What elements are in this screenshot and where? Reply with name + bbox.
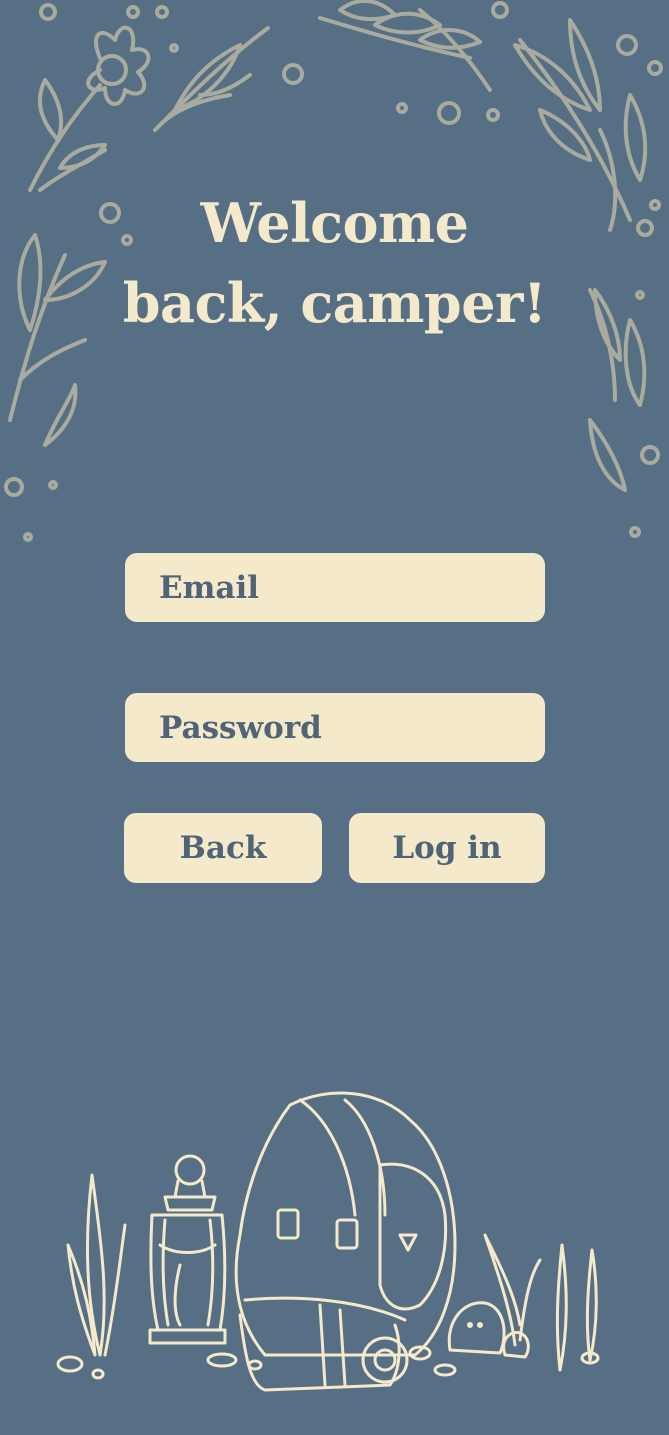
backpack-icon xyxy=(234,1091,457,1392)
title-line-2: back, camper! xyxy=(122,271,547,335)
lantern-icon xyxy=(148,1154,227,1345)
password-input[interactable] xyxy=(159,709,511,746)
page-title: Welcome back, camper! xyxy=(0,183,669,343)
password-field[interactable] xyxy=(125,693,545,762)
email-field[interactable] xyxy=(125,553,545,622)
login-button[interactable]: Log in xyxy=(349,813,545,883)
back-button-label: Back xyxy=(179,830,267,866)
back-button[interactable]: Back xyxy=(124,813,322,883)
login-screen: Welcome back, camper! Back Log in xyxy=(0,0,669,1435)
camping-scene-illustration xyxy=(56,1091,600,1392)
title-line-1: Welcome xyxy=(200,191,469,255)
email-input[interactable] xyxy=(159,569,511,606)
login-button-label: Log in xyxy=(392,830,502,866)
